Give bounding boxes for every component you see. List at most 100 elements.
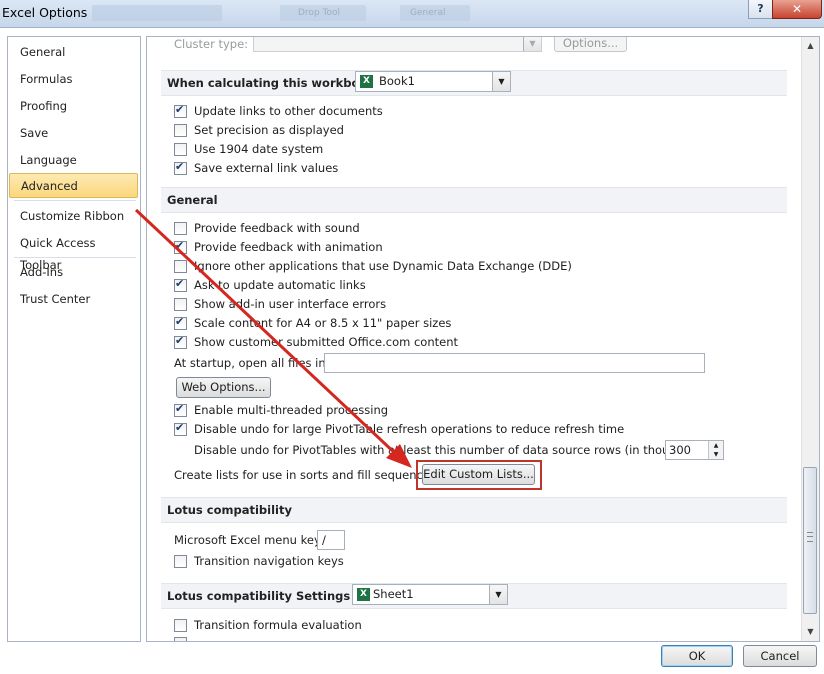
nav-item-general[interactable]: General [9, 41, 137, 63]
options-nav: General Formulas Proofing Save Language … [7, 36, 141, 642]
nav-item-proofing[interactable]: Proofing [9, 95, 137, 117]
scrollbar-thumb[interactable] [803, 467, 817, 614]
pivot-rows-label: Disable undo for PivotTables with at lea… [194, 443, 712, 457]
cancel-button[interactable]: Cancel [743, 645, 817, 667]
checkbox-partial-hidden[interactable] [174, 637, 187, 641]
section-title: Lotus compatibility Settings for: [167, 589, 378, 603]
workbook-dropdown-value: Book1 [379, 74, 415, 88]
spinner-down-icon[interactable]: ▼ [708, 450, 723, 459]
nav-item-label: Trust Center [20, 292, 91, 306]
checkbox-ignore-dde[interactable] [174, 260, 187, 273]
cluster-options-button[interactable]: Options... [554, 37, 627, 52]
custom-lists-label: Create lists for use in sorts and fill s… [174, 468, 440, 482]
nav-item-language[interactable]: Language [9, 149, 137, 171]
cluster-type-dropdown[interactable]: ▼ [253, 37, 542, 52]
close-button[interactable]: ✕ [772, 0, 822, 19]
ghost-label-2: General [410, 8, 446, 18]
checkbox-ask-update-links[interactable] [174, 277, 187, 292]
help-button[interactable]: ? [748, 0, 773, 19]
checkbox-feedback-animation[interactable] [174, 239, 187, 254]
web-options-button[interactable]: Web Options... [176, 377, 271, 398]
checkbox-label: Show customer submitted Office.com conte… [194, 335, 458, 349]
edit-custom-lists-button[interactable]: Edit Custom Lists... [422, 464, 535, 485]
ghost-toolbar-icons [92, 5, 222, 21]
grip-icon [807, 532, 813, 542]
title-bar: Excel Options Drop Tool General ? ✕ [0, 0, 824, 28]
menu-key-label: Microsoft Excel menu key: [174, 533, 324, 547]
checkbox-disable-undo-pivot[interactable] [174, 421, 187, 436]
chevron-down-icon: ▼ [492, 72, 510, 91]
vertical-scrollbar[interactable]: ▲ ▼ [801, 37, 819, 641]
nav-item-save[interactable]: Save [9, 122, 137, 144]
section-header-lotus: Lotus compatibility [161, 497, 787, 523]
spinner-up-icon[interactable]: ▲ [708, 441, 723, 450]
checkbox-label: Provide feedback with animation [194, 240, 383, 254]
nav-item-customize-ribbon[interactable]: Customize Ribbon [9, 205, 137, 227]
chevron-down-icon: ▼ [523, 37, 541, 51]
checkbox-feedback-sound[interactable] [174, 222, 187, 235]
window-title: Excel Options [2, 5, 88, 20]
excel-workbook-icon: X [360, 75, 373, 88]
options-content: Cluster type: ▼ Options... When calculat… [146, 36, 820, 642]
nav-divider [14, 257, 136, 258]
checkbox-label: Update links to other documents [194, 104, 383, 118]
checkbox-label: Disable undo for large PivotTable refres… [194, 422, 625, 436]
nav-item-label: Advanced [21, 179, 78, 193]
nav-item-advanced[interactable]: Advanced [9, 173, 138, 198]
checkbox-label: Ignore other applications that use Dynam… [194, 259, 572, 273]
checkbox-label: Transition navigation keys [194, 554, 344, 568]
excel-sheet-icon: X [357, 588, 370, 601]
checkbox-label: Show add-in user interface errors [194, 297, 387, 311]
checkbox-label: Enable multi-threaded processing [194, 403, 389, 417]
nav-item-quick-access-toolbar[interactable]: Quick Access Toolbar [9, 232, 137, 272]
nav-item-trust-center[interactable]: Trust Center [9, 288, 137, 310]
checkbox-1904-date[interactable] [174, 143, 187, 156]
checkbox-label: Use 1904 date system [194, 142, 324, 156]
sheet-dropdown[interactable]: X Sheet1 ▼ [352, 584, 508, 605]
checkbox-addin-errors[interactable] [174, 298, 187, 311]
nav-item-add-ins[interactable]: Add-Ins [9, 261, 137, 283]
nav-item-label: Proofing [20, 99, 68, 113]
checkbox-label: Save external link values [194, 161, 339, 175]
scroll-down-icon[interactable]: ▼ [804, 625, 817, 638]
ghost-label-1: Drop Tool [298, 8, 340, 18]
nav-item-label: Formulas [20, 72, 73, 86]
nav-item-label: Language [20, 153, 77, 167]
checkbox-label: Ask to update automatic links [194, 278, 366, 292]
checkbox-multithreaded[interactable] [174, 402, 187, 417]
nav-item-label: Customize Ribbon [20, 209, 125, 223]
section-title: When calculating this workbook: [167, 76, 380, 90]
checkbox-label: Scale content for A4 or 8.5 x 11" paper … [194, 316, 452, 330]
section-header-general: General [161, 187, 787, 213]
checkbox-update-links[interactable] [174, 103, 187, 118]
checkbox-transition-nav-keys[interactable] [174, 555, 187, 568]
menu-key-input[interactable]: / [317, 530, 345, 550]
startup-folder-label: At startup, open all files in: [174, 356, 330, 370]
checkbox-set-precision[interactable] [174, 124, 187, 137]
section-title: Lotus compatibility [167, 503, 292, 517]
pivot-rows-spinner[interactable]: 300 ▲ ▼ [665, 440, 724, 460]
nav-item-label: General [20, 45, 66, 59]
sheet-dropdown-value: Sheet1 [373, 587, 414, 601]
checkbox-label: Transition formula evaluation [194, 618, 362, 632]
nav-item-formulas[interactable]: Formulas [9, 68, 137, 90]
checkbox-transition-formula-eval[interactable] [174, 619, 187, 632]
workbook-dropdown[interactable]: X Book1 ▼ [355, 71, 511, 92]
nav-item-label: Add-Ins [20, 265, 64, 279]
section-title: General [167, 193, 218, 207]
checkbox-scale-a4[interactable] [174, 315, 187, 330]
ghost-tab-general: General [400, 5, 470, 21]
chevron-down-icon: ▼ [489, 585, 507, 604]
checkbox-label: Set precision as displayed [194, 123, 344, 137]
checkbox-save-external-links[interactable] [174, 160, 187, 175]
checkbox-label: Provide feedback with sound [194, 221, 360, 235]
scroll-up-icon[interactable]: ▲ [804, 39, 817, 52]
ok-button[interactable]: OK [661, 645, 733, 667]
checkbox-office-content[interactable] [174, 334, 187, 349]
menu-key-value: / [322, 533, 326, 547]
ghost-tab-drop-tool: Drop Tool [280, 5, 366, 21]
nav-item-label: Save [20, 126, 49, 140]
nav-divider [14, 200, 136, 201]
cluster-type-label: Cluster type: [174, 37, 249, 51]
startup-folder-input[interactable] [324, 353, 705, 373]
